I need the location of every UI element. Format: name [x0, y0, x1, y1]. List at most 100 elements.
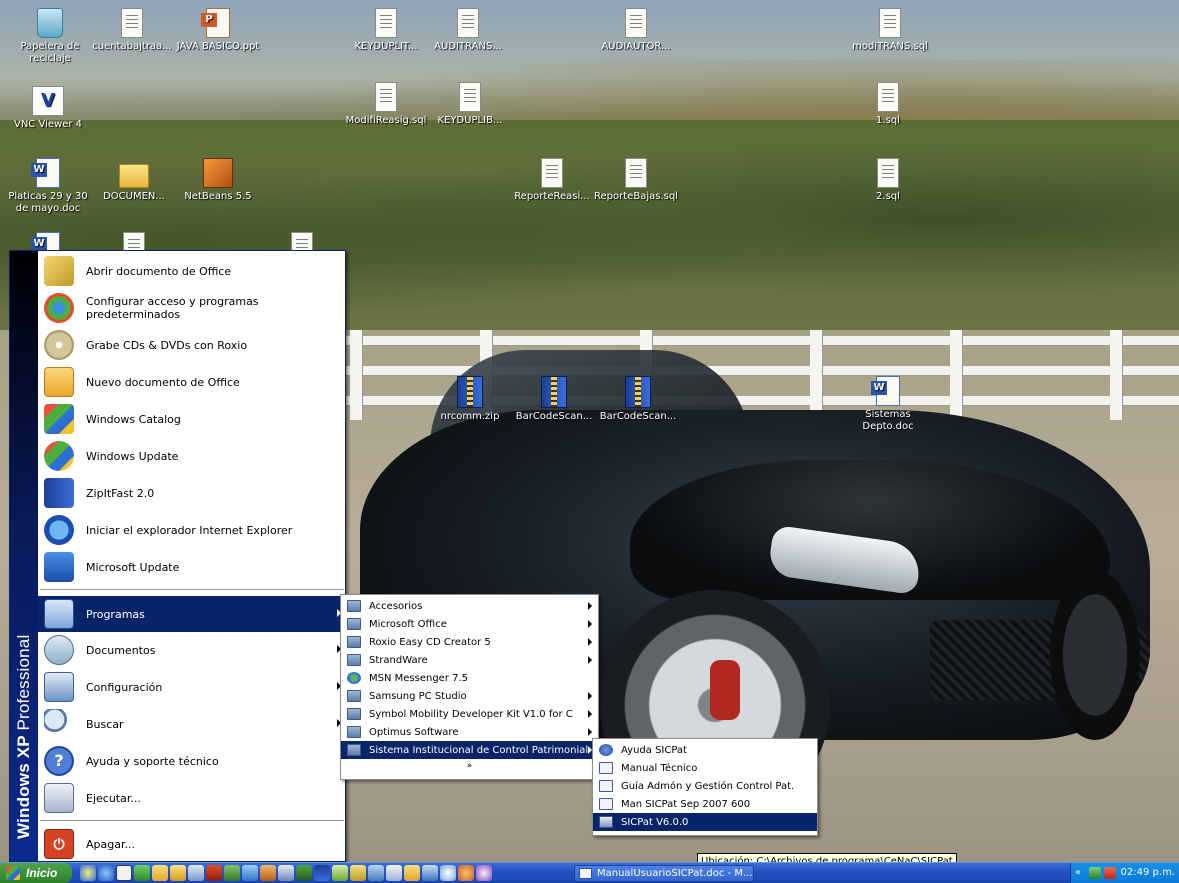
- quick-launch-icon[interactable]: [458, 865, 474, 881]
- text-file-icon: [625, 158, 647, 188]
- network-icon[interactable]: [1089, 867, 1101, 879]
- quick-launch-icon[interactable]: [170, 865, 186, 881]
- desktop-icon-file[interactable]: Sistemas Depto.doc: [846, 376, 930, 433]
- desktop-icon-file[interactable]: KEYDUPLIT...: [344, 8, 428, 53]
- quick-launch-icon[interactable]: [278, 865, 294, 881]
- desktop-icon-file[interactable]: Platicas 29 y 30 de mayo.doc: [6, 158, 90, 215]
- desktop-icon-file[interactable]: JAVA BASICO.ppt: [176, 8, 260, 53]
- programs-item-samsung-pc-studio[interactable]: Samsung PC Studio: [341, 687, 598, 705]
- msn-messenger-icon: [347, 672, 361, 684]
- start-item-zipitfast[interactable]: ZipItFast 2.0: [38, 475, 345, 511]
- desktop-icon-file[interactable]: ModifiReasig.sql: [344, 82, 428, 127]
- programs-item-strandware[interactable]: StrandWare: [341, 651, 598, 669]
- start-item-label: Ayuda y soporte técnico: [86, 754, 219, 768]
- quick-launch-icon[interactable]: [314, 865, 330, 881]
- quick-launch-icon[interactable]: [350, 865, 366, 881]
- desktop-icon-file[interactable]: 2.sql: [846, 158, 930, 203]
- sicpat-item-app[interactable]: SICPat V6.0.0: [593, 813, 817, 831]
- start-item-documents[interactable]: Documentos: [38, 632, 345, 668]
- tray-app-icon[interactable]: [1104, 867, 1116, 879]
- start-item-microsoft-update[interactable]: Microsoft Update: [38, 549, 345, 585]
- programs-item-optimus-software[interactable]: Optimus Software: [341, 723, 598, 741]
- desktop-icon-folder[interactable]: DOCUMEN...: [92, 158, 176, 203]
- programs-item-roxio[interactable]: Roxio Easy CD Creator 5: [341, 633, 598, 651]
- text-file-icon: [625, 8, 647, 38]
- quick-launch-icon[interactable]: [260, 865, 276, 881]
- windows-catalog-icon: [44, 404, 74, 434]
- start-item-settings[interactable]: Configuración: [38, 669, 345, 705]
- sicpat-item-guia-admon[interactable]: Guía Admón y Gestión Control Pat.: [593, 777, 817, 795]
- quick-launch-icon[interactable]: [368, 865, 384, 881]
- word-doc-icon: [599, 798, 613, 810]
- show-more-chevron-icon[interactable]: »: [341, 759, 598, 775]
- clock[interactable]: 02:49 p.m.: [1121, 867, 1175, 879]
- desktop-icon-file[interactable]: ReporteBajas.sql: [594, 158, 678, 203]
- quick-launch-icon[interactable]: [422, 865, 438, 881]
- start-item-windows-update[interactable]: Windows Update: [38, 438, 345, 474]
- programs-item-sicpat-group[interactable]: Sistema Institucional de Control Patrimo…: [341, 741, 598, 759]
- start-item-roxio[interactable]: Grabe CDs & DVDs con Roxio: [38, 327, 345, 363]
- start-button[interactable]: Inicio: [0, 863, 72, 883]
- quick-launch-icon[interactable]: [440, 865, 456, 881]
- quick-launch-icon[interactable]: [224, 865, 240, 881]
- quick-launch-icon[interactable]: [332, 865, 348, 881]
- start-item-open-office-doc[interactable]: Abrir documento de Office: [38, 253, 345, 289]
- programs-item-accesorios[interactable]: Accesorios: [341, 597, 598, 615]
- submenu-arrow-icon: [588, 638, 592, 646]
- taskbar-button-document[interactable]: ManualUsuarioSICPat.doc - M...: [574, 865, 754, 882]
- quick-launch-icon[interactable]: [134, 865, 150, 881]
- quick-launch-icon[interactable]: [296, 865, 312, 881]
- desktop-icon-file[interactable]: modiTRANS.sql: [848, 8, 932, 53]
- desktop-icon-file[interactable]: KEYDUPLIB...: [428, 82, 512, 127]
- programs-item-symbol-mobility[interactable]: Symbol Mobility Developer Kit V1.0 for C: [341, 705, 598, 723]
- text-file-icon: [877, 158, 899, 188]
- desktop-icon-vnc-viewer[interactable]: V VNC Viewer 4: [6, 86, 90, 131]
- tray-expand-icon[interactable]: «: [1075, 867, 1081, 879]
- quick-launch-icon[interactable]: [386, 865, 402, 881]
- desktop-icon-netbeans[interactable]: NetBeans 5.5: [176, 158, 260, 203]
- start-item-program-access[interactable]: Configurar acceso y programas predetermi…: [38, 290, 345, 326]
- quick-launch-icon[interactable]: [80, 865, 96, 881]
- start-item-run[interactable]: Ejecutar...: [38, 780, 345, 816]
- microsoft-update-icon: [44, 552, 74, 582]
- quick-launch-icon[interactable]: [206, 865, 222, 881]
- set-program-access-icon: [44, 293, 74, 323]
- submenu-arrow-icon: [588, 710, 592, 718]
- application-icon: [599, 816, 613, 828]
- quick-launch-icon[interactable]: [152, 865, 168, 881]
- program-group-icon: [347, 600, 361, 612]
- desktop-icon-file[interactable]: AUDIAUTOR...: [594, 8, 678, 53]
- sicpat-item-manual-tecnico[interactable]: Manual Técnico: [593, 759, 817, 777]
- start-item-label: Windows Update: [86, 449, 179, 463]
- start-item-new-office-doc[interactable]: Nuevo documento de Office: [38, 364, 345, 400]
- quick-launch-icon[interactable]: [242, 865, 258, 881]
- start-item-search[interactable]: Buscar: [38, 706, 345, 742]
- quick-launch-icon[interactable]: [476, 865, 492, 881]
- desktop-icon-zip[interactable]: BarCodeScan...: [596, 376, 680, 423]
- start-item-shutdown[interactable]: Apagar...: [38, 826, 345, 862]
- desktop-icon-file[interactable]: ReporteReasi...: [510, 158, 594, 203]
- start-item-programs[interactable]: Programas: [38, 596, 345, 632]
- quick-launch-icon[interactable]: [404, 865, 420, 881]
- desktop-icon-zip[interactable]: nrcomm.zip: [428, 376, 512, 423]
- word-file-icon: [871, 376, 900, 406]
- programs-item-msn-messenger[interactable]: MSN Messenger 7.5: [341, 669, 598, 687]
- quick-launch-icon[interactable]: [188, 865, 204, 881]
- start-item-internet-explorer[interactable]: Iniciar el explorador Internet Explorer: [38, 512, 345, 548]
- text-file-icon: [541, 158, 563, 188]
- start-item-help[interactable]: Ayuda y soporte técnico: [38, 743, 345, 779]
- sicpat-item-ayuda[interactable]: Ayuda SICPat: [593, 741, 817, 759]
- quick-launch-icon[interactable]: [116, 865, 132, 881]
- quick-launch-icon[interactable]: [98, 865, 114, 881]
- desktop-icon-file[interactable]: cuentabajtraa...: [90, 8, 174, 53]
- desktop-icon-recycle-bin[interactable]: Papelera de reciclaje: [8, 8, 92, 65]
- start-item-label: Nuevo documento de Office: [86, 375, 240, 389]
- desktop-icon-zip[interactable]: BarCodeScan...: [512, 376, 596, 423]
- sicpat-item-man-sicpat[interactable]: Man SICPat Sep 2007 600: [593, 795, 817, 813]
- desktop-icon-file[interactable]: AUDITRANS...: [426, 8, 510, 53]
- vnc-viewer-icon: V: [32, 86, 64, 116]
- start-item-windows-catalog[interactable]: Windows Catalog: [38, 401, 345, 437]
- desktop-icon-file[interactable]: 1.sql: [846, 82, 930, 127]
- word-doc-icon: [599, 780, 613, 792]
- programs-item-microsoft-office[interactable]: Microsoft Office: [341, 615, 598, 633]
